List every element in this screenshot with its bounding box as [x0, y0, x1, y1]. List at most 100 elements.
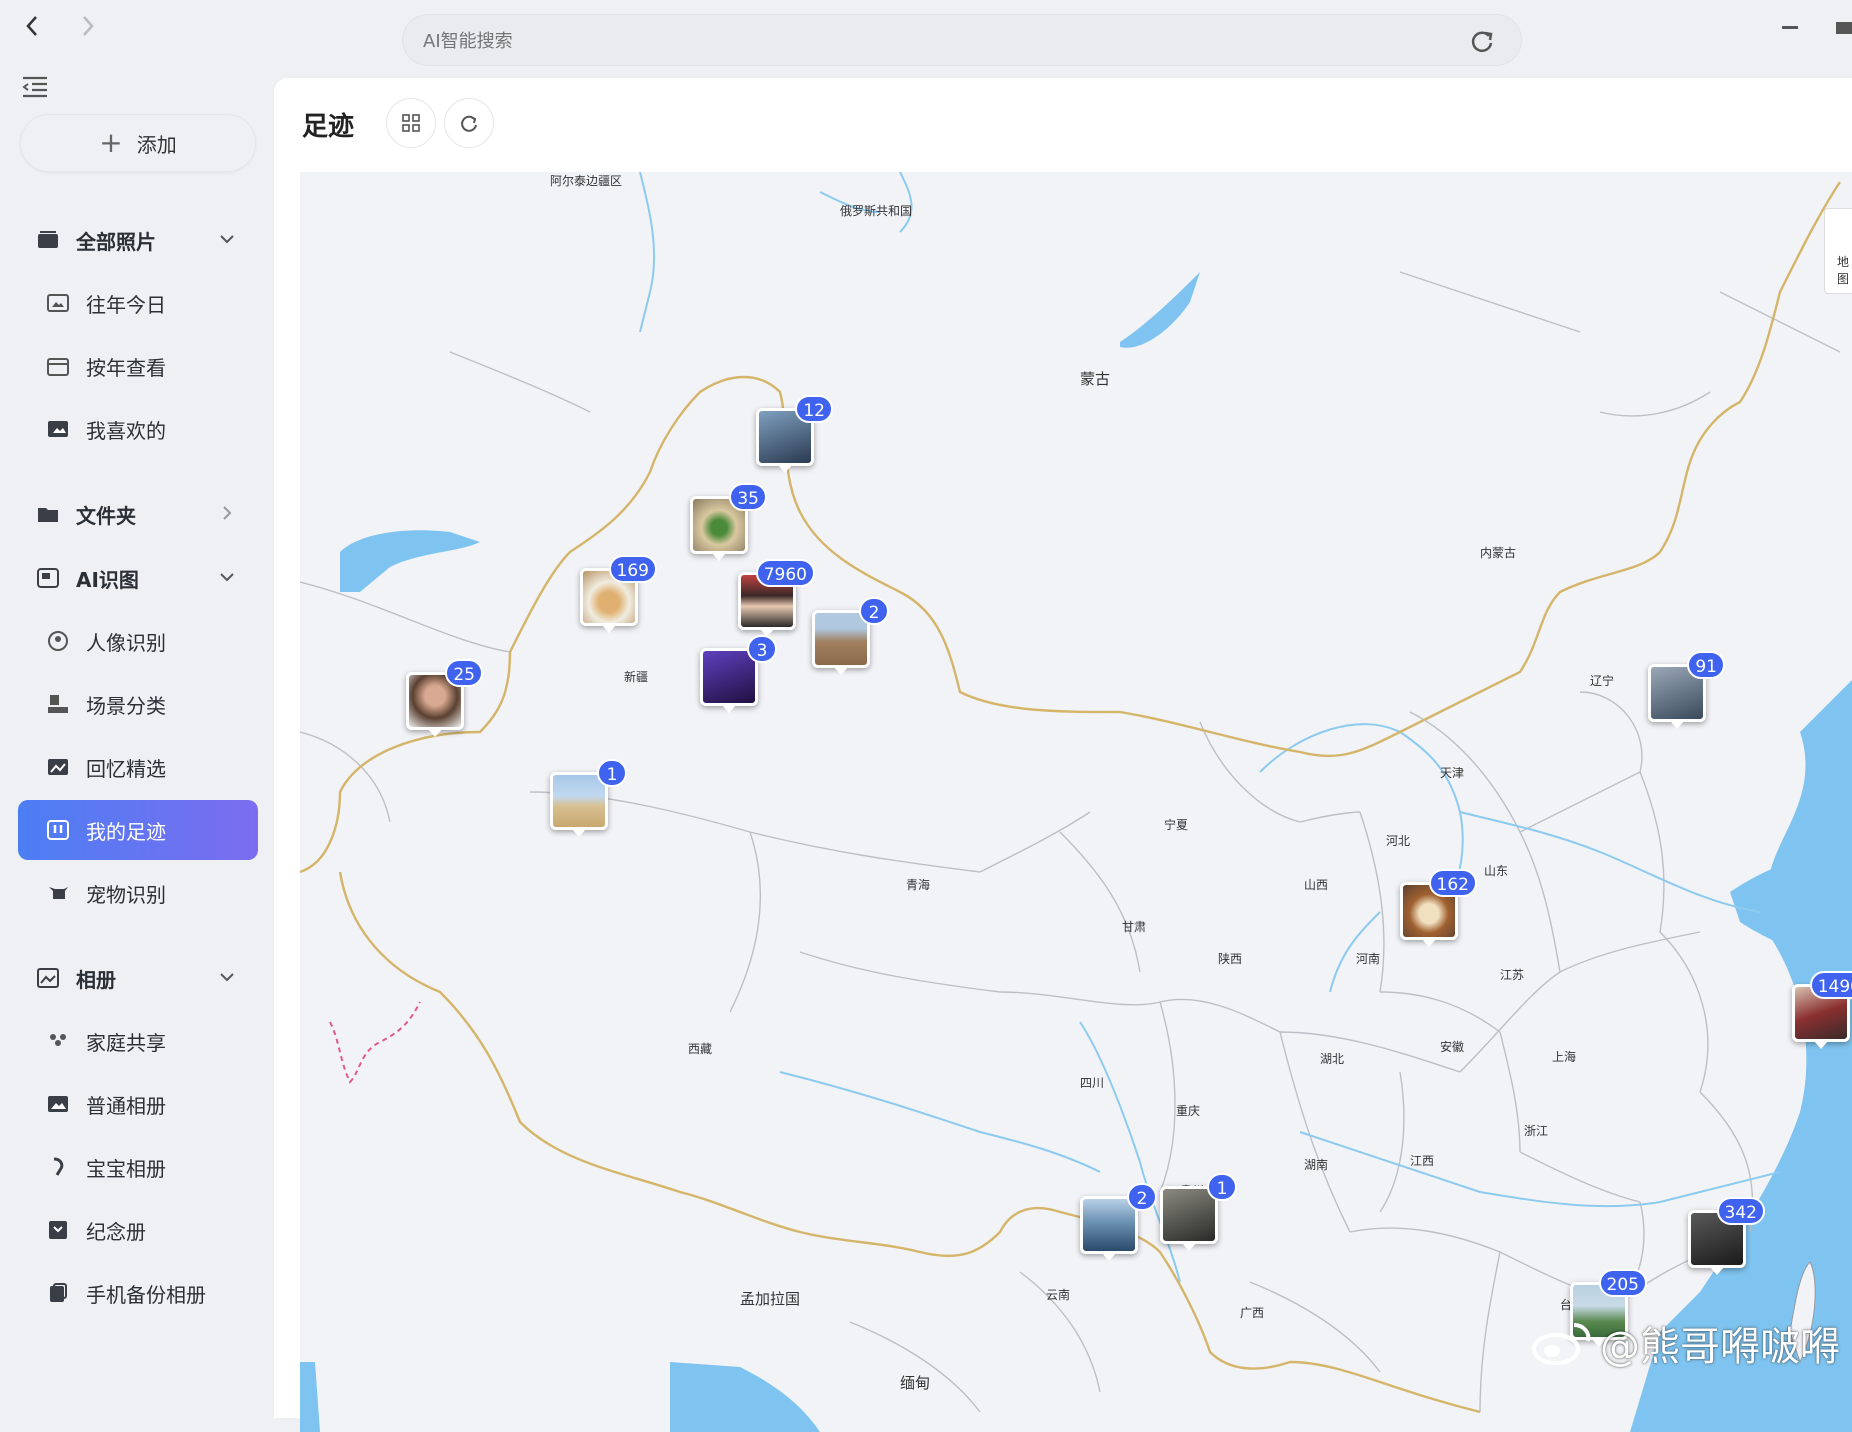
image-frame-icon [46, 291, 70, 315]
map-label-jiangsu: 江苏 [1500, 968, 1525, 982]
forward-button[interactable] [70, 8, 106, 44]
sidebar-item-label: 手机备份相册 [86, 1282, 206, 1307]
memories-icon [46, 755, 70, 779]
grid-icon [402, 114, 420, 132]
sidebar-item-scene-classification[interactable]: 场景分类 [18, 674, 258, 734]
refresh-icon [461, 115, 477, 132]
photo-marker[interactable]: 1 [1160, 1173, 1237, 1251]
photo-count-badge: 35 [729, 483, 767, 511]
photo-count-badge: 162 [1428, 869, 1477, 897]
map-label-shanghai: 上海 [1552, 1050, 1577, 1064]
refresh-button[interactable] [444, 98, 494, 148]
map-base [300, 172, 1852, 1432]
sidebar-item-pet-recognition[interactable]: 宠物识别 [18, 863, 258, 923]
map-label-gansu: 甘肃 [1122, 920, 1147, 934]
collapse-sidebar-icon[interactable] [20, 74, 50, 100]
sidebar-item-face-recognition[interactable]: 人像识别 [18, 611, 258, 671]
sidebar-item-label: 全部照片 [76, 229, 156, 254]
photo-marker[interactable]: 35 [690, 483, 767, 561]
family-icon [46, 1029, 70, 1053]
footprint-icon [46, 818, 70, 842]
chevron-down-icon [220, 573, 234, 582]
sidebar-item-favorites[interactable]: 我喜欢的 [18, 399, 258, 459]
photo-count-badge: 205 [1598, 1269, 1647, 1297]
photo-marker[interactable]: 25 [406, 659, 483, 737]
photo-marker[interactable]: 3 [700, 635, 777, 713]
weibo-logo-icon [1532, 1323, 1591, 1365]
photo-marker[interactable]: 169 [580, 555, 657, 633]
sidebar-item-label: 回忆精选 [86, 756, 166, 781]
photo-marker[interactable]: 91 [1648, 651, 1725, 729]
photo-marker[interactable]: 12 [756, 395, 833, 473]
photo-count-badge: 1 [597, 759, 627, 787]
sidebar-item-all-photos[interactable]: 全部照片 [18, 210, 258, 270]
photo-count-badge: 2 [859, 597, 889, 625]
search-input[interactable] [421, 25, 1425, 57]
sidebar-item-label: 纪念册 [86, 1219, 146, 1244]
back-button[interactable] [14, 8, 50, 44]
photo-marker[interactable]: 2 [812, 597, 889, 675]
sidebar-item-ai-recognition[interactable]: AI识图 [18, 548, 258, 608]
photo-count-badge: 91 [1687, 651, 1725, 679]
map-label-xizang: 西藏 [688, 1042, 713, 1056]
sidebar-item-by-year[interactable]: 按年查看 [18, 336, 258, 396]
scene-icon [46, 692, 70, 716]
map-label-jiangxi: 江西 [1410, 1154, 1435, 1168]
sidebar-item-my-footprints[interactable]: 我的足迹 [18, 800, 258, 860]
sidebar-item-phone-backup[interactable]: 手机备份相册 [18, 1263, 258, 1323]
photo-marker[interactable]: 2 [1080, 1183, 1157, 1261]
sidebar-item-memories[interactable]: 回忆精选 [18, 737, 258, 797]
photo-count-badge: 25 [445, 659, 483, 687]
chevron-down-icon [220, 235, 234, 244]
sidebar-item-folders[interactable]: 文件夹 [18, 484, 258, 544]
sidebar-item-label: 普通相册 [86, 1093, 166, 1118]
page-title: 足迹 [302, 112, 355, 142]
watermark-text: @熊哥嘚啵嘚 [1600, 1324, 1840, 1370]
sidebar-item-albums[interactable]: 相册 [18, 948, 258, 1008]
album-icon [36, 966, 60, 990]
ai-search-bar[interactable] [402, 14, 1522, 66]
photos-icon [36, 228, 60, 252]
map-label-anhui: 安徽 [1440, 1040, 1465, 1054]
maximize-icon[interactable] [1832, 14, 1852, 40]
book-icon [46, 1218, 70, 1242]
photo-album-icon [46, 1092, 70, 1116]
photo-marker[interactable]: 342 [1688, 1197, 1765, 1275]
map-label-myanmar: 缅甸 [900, 1374, 931, 1392]
add-label: 添加 [136, 132, 177, 157]
photo-marker[interactable]: 1 [550, 759, 627, 837]
sidebar-item-label: 场景分类 [86, 693, 166, 718]
footprint-map[interactable]: 俄罗斯共和国 阿尔泰边疆区 蒙古 内蒙古 新疆 青海 西藏 甘肃 宁夏 陕西 山… [300, 172, 1852, 1432]
photo-marker[interactable]: 7960 [738, 559, 815, 637]
map-label-chongqing: 重庆 [1176, 1104, 1201, 1118]
map-label-sichuan: 四川 [1080, 1076, 1105, 1090]
sidebar-item-regular-albums[interactable]: 普通相册 [18, 1074, 258, 1134]
sidebar-item-memorial-book[interactable]: 纪念册 [18, 1200, 258, 1260]
sidebar-item-label: 人像识别 [86, 630, 166, 655]
grid-view-button[interactable] [386, 98, 436, 148]
calendar-icon [46, 354, 70, 378]
sidebar-item-family-sharing[interactable]: 家庭共享 [18, 1011, 258, 1071]
sidebar-item-label: 往年今日 [86, 292, 166, 317]
map-label-ningxia: 宁夏 [1164, 818, 1189, 832]
chevron-left-icon [26, 16, 37, 36]
photo-count-badge: 12 [795, 395, 833, 423]
add-button[interactable]: + 添加 [20, 114, 256, 172]
map-label-hunan: 湖南 [1304, 1158, 1329, 1172]
minimize-icon[interactable] [1778, 14, 1804, 40]
map-label-guangxi: 广西 [1240, 1306, 1265, 1320]
photo-count-badge: 1490 [1809, 971, 1852, 999]
map-label-shanxi: 山西 [1304, 878, 1329, 892]
map-type-switcher[interactable]: 地图 [1824, 208, 1852, 294]
sidebar-item-baby-albums[interactable]: 宝宝相册 [18, 1137, 258, 1197]
sidebar-item-on-this-day[interactable]: 往年今日 [18, 273, 258, 333]
sidebar-item-label: 宝宝相册 [86, 1156, 166, 1181]
folder-icon [36, 502, 60, 526]
phone-backup-icon [46, 1281, 70, 1305]
photo-marker[interactable]: 1490 [1792, 971, 1852, 1049]
map-label-xinjiang: 新疆 [624, 670, 649, 684]
weibo-watermark: @熊哥嘚啵嘚 [1528, 1314, 1840, 1372]
refresh-icon[interactable] [1469, 27, 1497, 55]
map-label-henan: 河南 [1356, 952, 1381, 966]
photo-marker[interactable]: 162 [1400, 869, 1477, 947]
